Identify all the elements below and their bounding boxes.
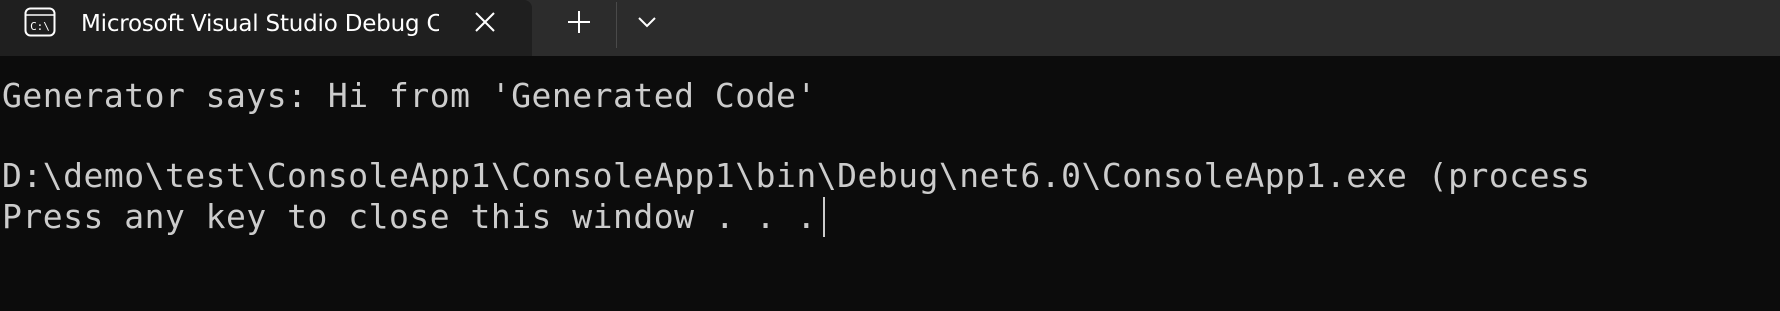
tab-bar: C:\ Microsoft Visual Studio Debug Consol… [0,0,1780,56]
console-icon: C:\ [24,7,56,37]
text-cursor [822,197,825,237]
console-prompt-line: Press any key to close this window . . . [2,197,825,237]
console-line: Generator says: Hi from 'Generated Code' [2,76,817,115]
console-line-text: Press any key to close this window . . . [2,197,817,236]
chevron-down-icon[interactable] [632,6,662,38]
terminal-window: C:\ Microsoft Visual Studio Debug Consol… [0,0,1780,311]
close-icon[interactable] [472,9,498,35]
tab-debug-console[interactable]: C:\ Microsoft Visual Studio Debug Consol… [0,0,532,56]
console-line: D:\demo\test\ConsoleApp1\ConsoleApp1\bin… [2,156,1591,195]
console-icon-label: C:\ [30,20,50,33]
tab-title: Microsoft Visual Studio Debug Console [81,11,439,37]
plus-icon[interactable] [563,6,595,38]
tab-divider [616,2,617,48]
console-output[interactable]: Generator says: Hi from 'Generated Code'… [0,56,1780,311]
